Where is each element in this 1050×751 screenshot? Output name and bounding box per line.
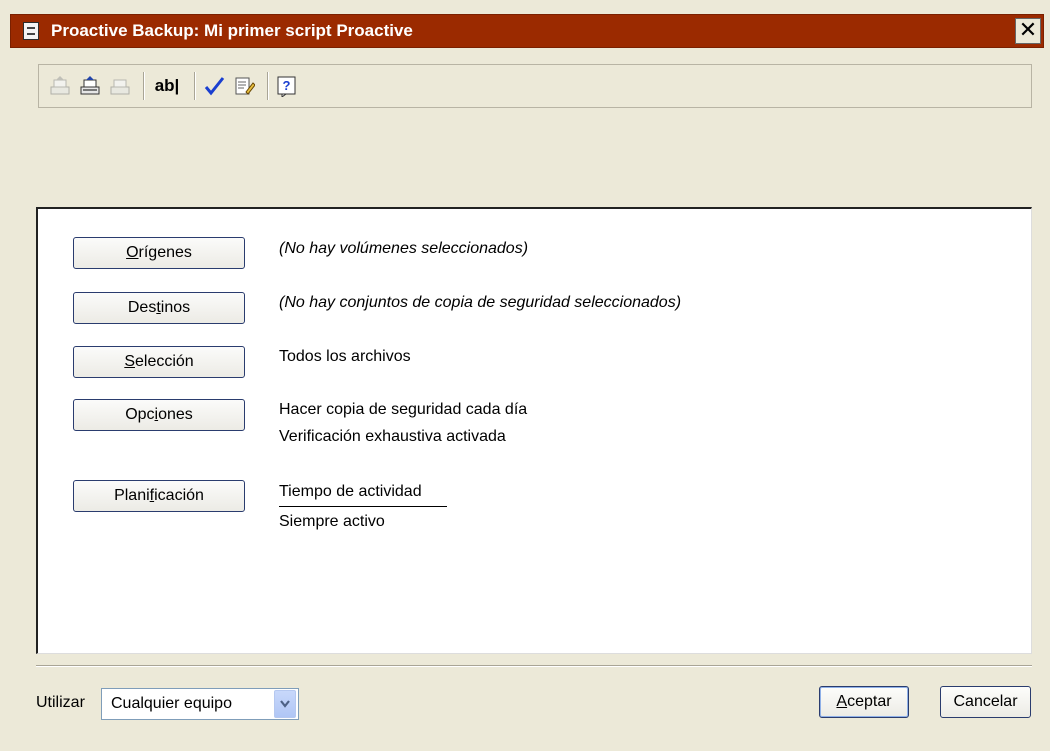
title-bar: Proactive Backup: Mi primer script Proac… [10,14,1044,48]
toolbar: ab| ? [38,64,1032,108]
window-title: Proactive Backup: Mi primer script Proac… [51,21,413,40]
planificacion-description-line-2: Siempre activo [279,513,385,530]
seleccion-label-post: elección [134,353,194,370]
seleccion-button[interactable]: Selección [73,346,245,378]
help-icon[interactable]: ? [274,72,300,100]
aceptar-button[interactable]: Aceptar [819,686,909,718]
opciones-label-post: ones [158,406,193,423]
planificacion-label-post: icación [154,487,204,504]
tray-icon[interactable] [107,72,133,100]
chevron-down-icon[interactable] [274,690,296,718]
help-glyph: ? [283,78,291,93]
opciones-button[interactable]: Opc i ones [73,399,245,431]
planificacion-label-pre: Plani [114,487,150,504]
cancelar-button[interactable]: Cancelar [940,686,1031,718]
close-button[interactable]: ✕ [1015,18,1041,44]
origenes-description: (No hay volúmenes seleccionados) [279,240,529,257]
tray-eject-icon[interactable] [47,72,73,100]
rename-ab-label: ab| [154,76,180,95]
computer-select-value: Cualquier equipo [111,695,232,712]
origenes-label-post: rígenes [138,244,192,261]
destinos-button[interactable]: Des t inos [73,292,245,324]
checkmark-icon[interactable] [201,72,227,100]
utilizar-label: Utilizar [36,694,85,711]
toolbar-separator [194,72,195,100]
planificacion-button[interactable]: Plani f icación [73,480,245,512]
tray-load-icon[interactable] [77,72,103,100]
script-document-icon [23,22,39,40]
script-summary-panel: Orígenes (No hay volúmenes seleccionados… [36,207,1032,654]
aceptar-label-post: ceptar [847,693,892,710]
opciones-description-line-2: Verificación exhaustiva activada [279,428,506,445]
seleccion-label-accel: S [124,353,135,370]
planificacion-description-line-1: Tiempo de actividad [279,483,422,500]
computer-select[interactable]: Cualquier equipo [101,688,299,720]
origenes-label-accel: O [126,244,139,261]
schedule-divider [279,506,447,507]
rename-ab-icon[interactable]: ab| [150,72,184,100]
aceptar-label-accel: A [836,693,848,710]
destinos-label-post: inos [160,299,191,316]
toolbar-separator [143,72,144,100]
opciones-label-pre: Opc [125,406,155,423]
destinos-label-pre: Des [127,299,157,316]
origenes-button[interactable]: Orígenes [73,237,245,269]
footer-divider [36,665,1032,667]
opciones-description-line-1: Hacer copia de seguridad cada día [279,401,528,418]
edit-document-icon[interactable] [231,72,257,100]
seleccion-description: Todos los archivos [279,348,411,365]
toolbar-separator [267,72,268,100]
destinos-description: (No hay conjuntos de copia de seguridad … [279,294,682,311]
